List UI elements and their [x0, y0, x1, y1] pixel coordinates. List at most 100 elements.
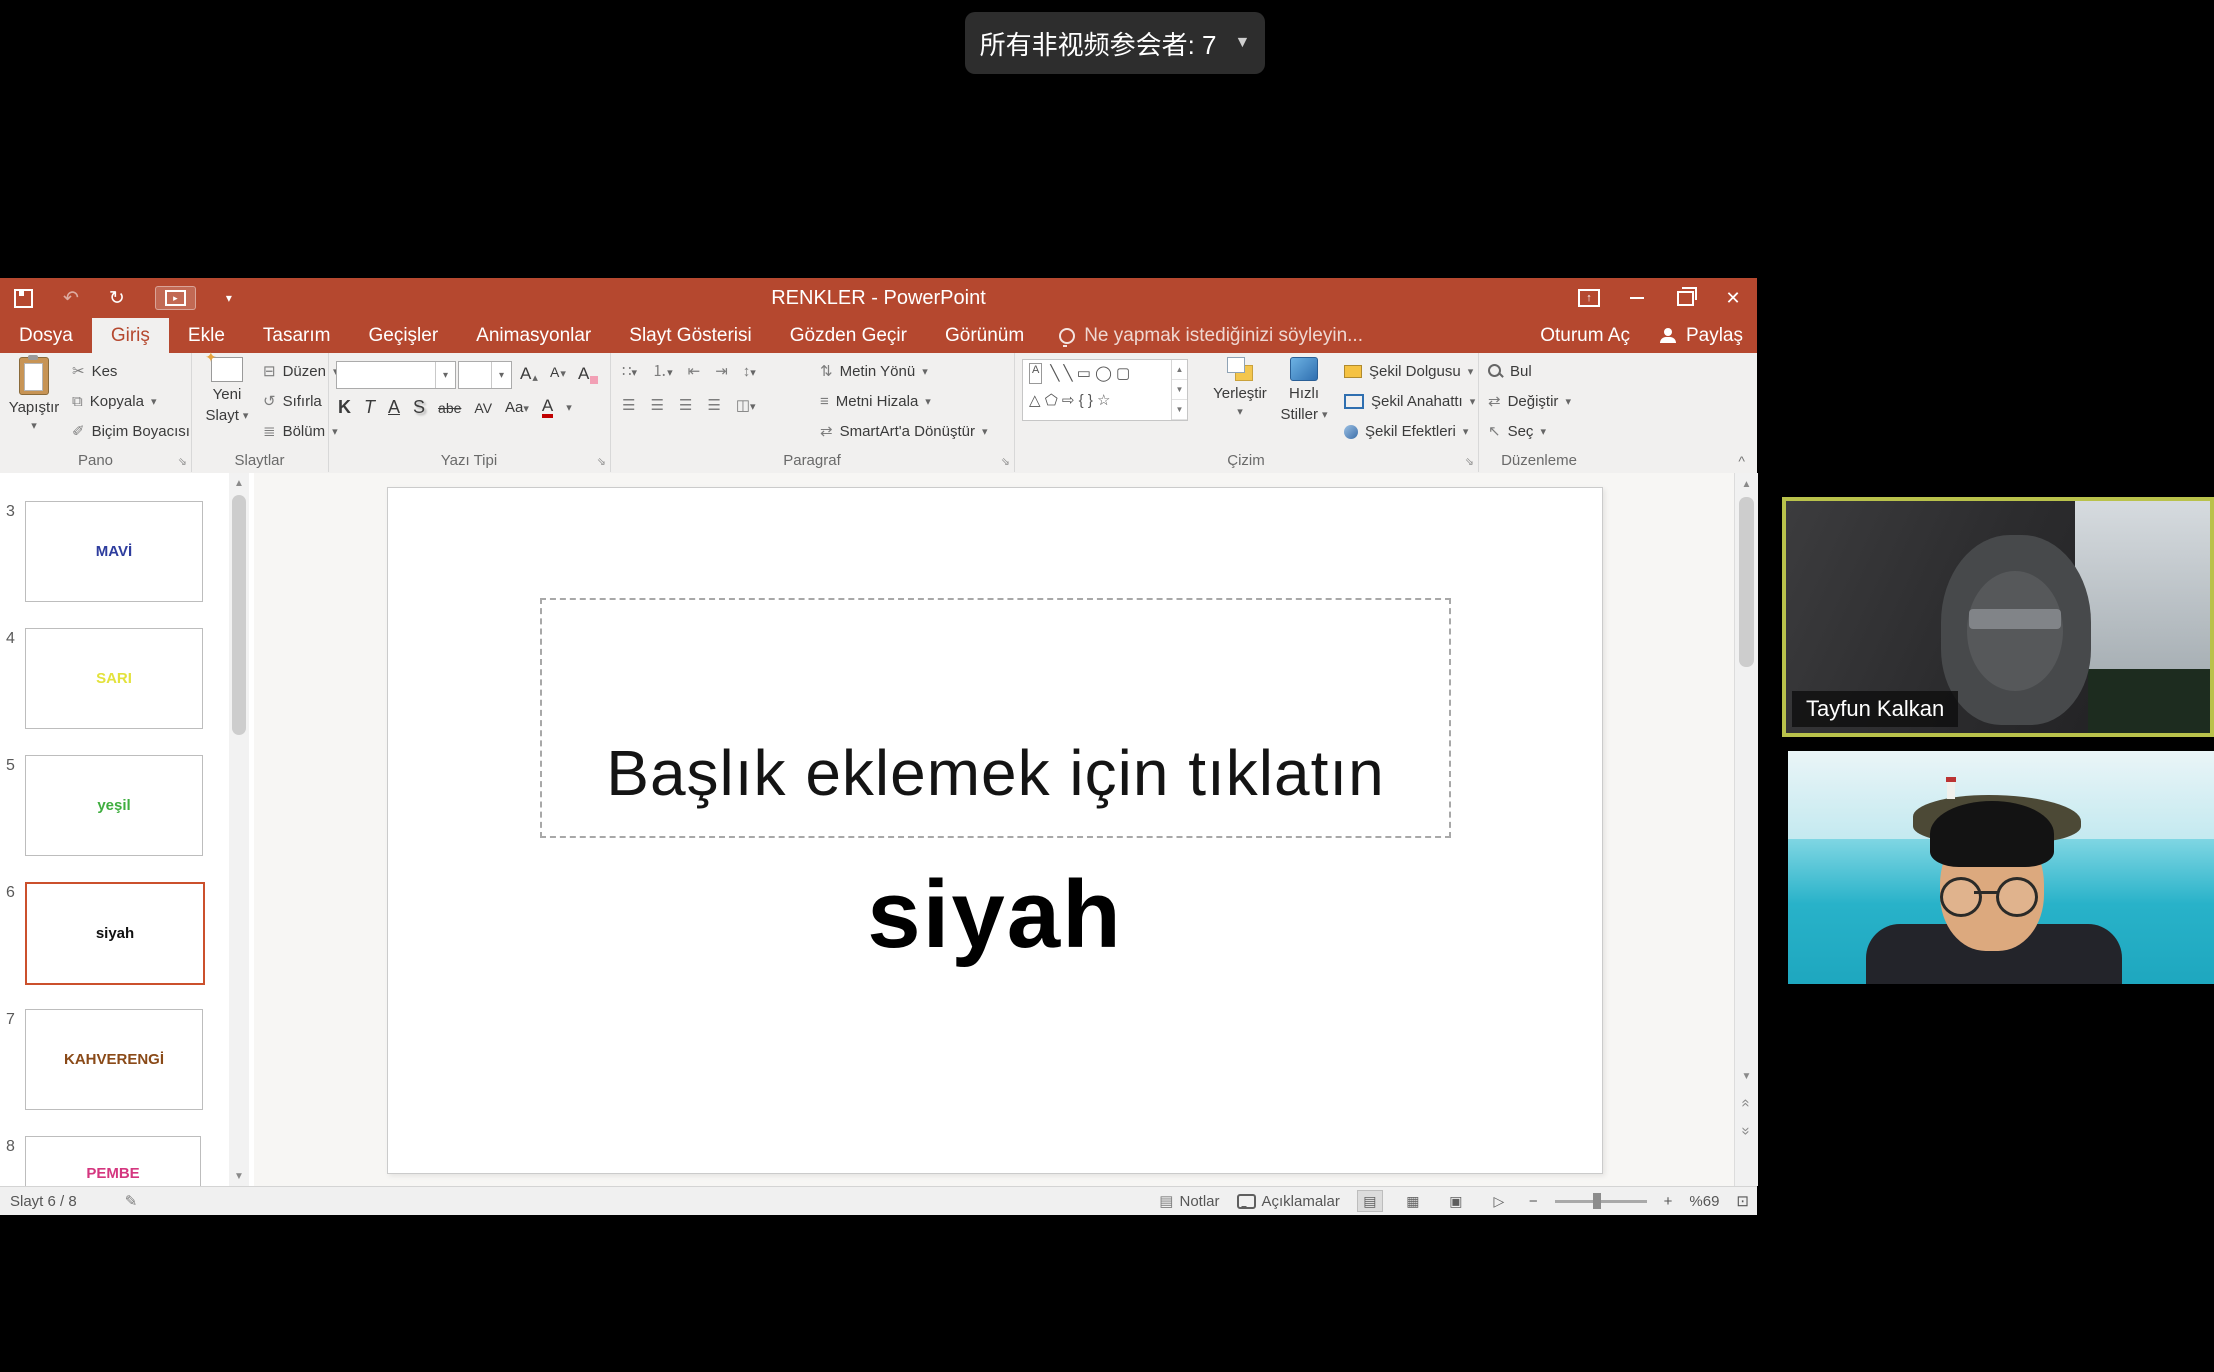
- shape-row2-icons[interactable]: △ ⬠ ⇨ { } ☆: [1029, 390, 1110, 411]
- redo-icon[interactable]: ↻: [109, 289, 125, 308]
- clear-formatting-button[interactable]: A: [578, 364, 598, 384]
- tell-me-box[interactable]: Ne yapmak istediğinizi söyleyin...: [1059, 318, 1363, 353]
- normal-view-button[interactable]: ▤: [1357, 1190, 1383, 1212]
- shrink-font-button[interactable]: A▾: [550, 364, 566, 380]
- restore-button[interactable]: [1661, 278, 1709, 318]
- font-size-combo[interactable]: ▾: [458, 361, 512, 389]
- align-right-button[interactable]: ☰: [679, 398, 692, 413]
- shape-fill-button[interactable]: Şekil Dolgusu ▾: [1344, 363, 1473, 380]
- participant-video-active-speaker[interactable]: Tayfun Kalkan: [1782, 497, 2214, 737]
- bold-button[interactable]: K: [338, 397, 351, 418]
- save-icon[interactable]: [14, 289, 33, 308]
- zoom-in-button[interactable]: +: [1664, 1193, 1673, 1210]
- scroll-thumb[interactable]: [1739, 497, 1754, 667]
- strikethrough-button[interactable]: abe: [438, 400, 461, 416]
- comments-button[interactable]: Açıklamalar: [1237, 1193, 1340, 1210]
- columns-button[interactable]: ◫▾: [736, 397, 756, 414]
- justify-button[interactable]: ☰: [707, 398, 720, 413]
- zoom-level[interactable]: %69: [1689, 1193, 1719, 1210]
- font-name-combo[interactable]: ▾: [336, 361, 456, 389]
- section-button[interactable]: ≣ Bölüm ▾: [263, 423, 338, 440]
- slide-thumbnail-8[interactable]: PEMBE: [25, 1136, 201, 1186]
- close-button[interactable]: ✕: [1709, 278, 1757, 318]
- line-spacing-button[interactable]: ↕▾: [743, 363, 756, 380]
- previous-slide-icon[interactable]: «: [1735, 1092, 1759, 1115]
- cut-button[interactable]: ✂ Kes: [72, 363, 117, 380]
- copy-button[interactable]: ⧉ Kopyala ▾: [72, 393, 156, 410]
- find-button[interactable]: Bul: [1488, 363, 1532, 380]
- title-placeholder[interactable]: Başlık eklemek için tıklatın: [540, 598, 1451, 838]
- shapes-scroll-down-icon[interactable]: ▼: [1172, 380, 1187, 400]
- italic-button[interactable]: T: [364, 397, 375, 418]
- undo-icon[interactable]: ↶: [63, 289, 79, 308]
- slide-thumbnail-7[interactable]: KAHVERENGİ: [25, 1009, 203, 1110]
- notes-button[interactable]: ▤ Notlar: [1159, 1193, 1219, 1210]
- bullets-button[interactable]: ∷▾: [622, 363, 637, 380]
- shapes-gallery[interactable]: A ╲ ╲ ▭ ◯ ▢ △ ⬠ ⇨ { } ☆ ▲ ▼ ▼: [1022, 359, 1188, 421]
- text-direction-button[interactable]: ⇅ Metin Yönü ▾: [820, 363, 928, 380]
- fit-to-window-button[interactable]: ⊡: [1736, 1192, 1749, 1210]
- minimize-button[interactable]: [1613, 278, 1661, 318]
- shape-outline-button[interactable]: Şekil Anahattı ▾: [1344, 393, 1475, 410]
- font-color-button[interactable]: A: [542, 397, 553, 418]
- shape-textbox-icon[interactable]: A: [1029, 363, 1042, 384]
- start-slideshow-button[interactable]: ▸: [155, 286, 196, 310]
- tab-design[interactable]: Tasarım: [244, 318, 350, 353]
- align-left-button[interactable]: ☰: [622, 398, 635, 413]
- quick-styles-button[interactable]: Hızlı Stiller▾: [1272, 357, 1336, 424]
- thumbnails-scroll-down-icon[interactable]: ▼: [229, 1166, 249, 1186]
- tab-insert[interactable]: Ekle: [169, 318, 244, 353]
- zoom-slider[interactable]: [1555, 1200, 1647, 1203]
- replace-button[interactable]: ⇄ Değiştir ▾: [1488, 393, 1571, 410]
- scroll-up-icon[interactable]: ▲: [1735, 473, 1758, 495]
- slide-sorter-view-button[interactable]: ▦: [1400, 1190, 1426, 1212]
- slide-thumbnail-5[interactable]: yeşil: [25, 755, 203, 856]
- sign-in-button[interactable]: Oturum Aç: [1540, 325, 1630, 347]
- change-case-button[interactable]: Aa▾: [505, 399, 529, 416]
- tab-home[interactable]: Giriş: [92, 318, 169, 353]
- increase-indent-button[interactable]: ⇥: [715, 364, 728, 379]
- participant-video-2[interactable]: [1788, 751, 2214, 984]
- align-text-button[interactable]: ≡ Metni Hizala ▾: [820, 393, 931, 410]
- decrease-indent-button[interactable]: ⇤: [688, 364, 701, 379]
- arrange-button[interactable]: Yerleştir ▾: [1208, 357, 1272, 419]
- thumbnails-scrollbar[interactable]: ▲ ▼: [229, 473, 249, 1186]
- scroll-down-icon[interactable]: ▼: [1735, 1065, 1758, 1087]
- thumbnails-scroll-up-icon[interactable]: ▲: [229, 473, 249, 493]
- reading-view-button[interactable]: ▣: [1443, 1190, 1469, 1212]
- main-scrollbar[interactable]: ▲ ▼ « »: [1734, 473, 1758, 1186]
- select-button[interactable]: ↖ Seç ▾: [1488, 423, 1546, 440]
- reset-button[interactable]: ↺ Sıfırla: [263, 393, 322, 410]
- tab-file[interactable]: Dosya: [0, 318, 92, 353]
- shapes-scroll-up-icon[interactable]: ▲: [1172, 360, 1187, 380]
- share-button[interactable]: Paylaş: [1660, 325, 1743, 347]
- thumbnails-scroll-thumb[interactable]: [232, 495, 246, 735]
- tab-animations[interactable]: Animasyonlar: [457, 318, 610, 353]
- qat-customize-icon[interactable]: ▾: [226, 292, 232, 304]
- spell-check-icon[interactable]: ✎: [125, 1194, 138, 1209]
- smartart-button[interactable]: ⇄ SmartArt'a Dönüştür ▾: [820, 423, 988, 440]
- next-slide-icon[interactable]: »: [1735, 1120, 1759, 1143]
- format-painter-button[interactable]: ✐ Biçim Boyacısı: [72, 423, 190, 440]
- slide-thumbnail-3[interactable]: MAVİ: [25, 501, 203, 602]
- participants-dropdown[interactable]: 所有非视频参会者: 7 ▼: [965, 12, 1265, 74]
- tab-slideshow[interactable]: Slayt Gösterisi: [610, 318, 770, 353]
- new-slide-button[interactable]: Yeni Slayt▾: [195, 357, 259, 425]
- collapse-ribbon-icon[interactable]: ^: [1738, 453, 1745, 469]
- zoom-slider-handle[interactable]: [1593, 1193, 1601, 1209]
- tab-transitions[interactable]: Geçişler: [349, 318, 457, 353]
- ribbon-display-options-button[interactable]: ↑: [1565, 278, 1613, 318]
- zoom-out-button[interactable]: −: [1529, 1193, 1538, 1210]
- numbering-button[interactable]: ⒈▾: [652, 363, 673, 380]
- font-color-caret-icon[interactable]: ▾: [566, 401, 572, 414]
- character-spacing-button[interactable]: AV: [474, 400, 492, 416]
- grow-font-button[interactable]: A▴: [520, 364, 538, 384]
- text-shadow-button[interactable]: S: [413, 397, 425, 418]
- tab-view[interactable]: Görünüm: [926, 318, 1043, 353]
- slide-thumbnail-6-selected[interactable]: siyah: [25, 882, 205, 985]
- paste-button[interactable]: Yapıştır ▾: [2, 357, 66, 433]
- align-center-button[interactable]: ☰: [650, 398, 663, 413]
- shape-effects-button[interactable]: Şekil Efektleri ▾: [1344, 423, 1468, 440]
- slide-body-text[interactable]: siyah: [388, 860, 1602, 970]
- slide-editor[interactable]: Başlık eklemek için tıklatın siyah: [387, 487, 1603, 1174]
